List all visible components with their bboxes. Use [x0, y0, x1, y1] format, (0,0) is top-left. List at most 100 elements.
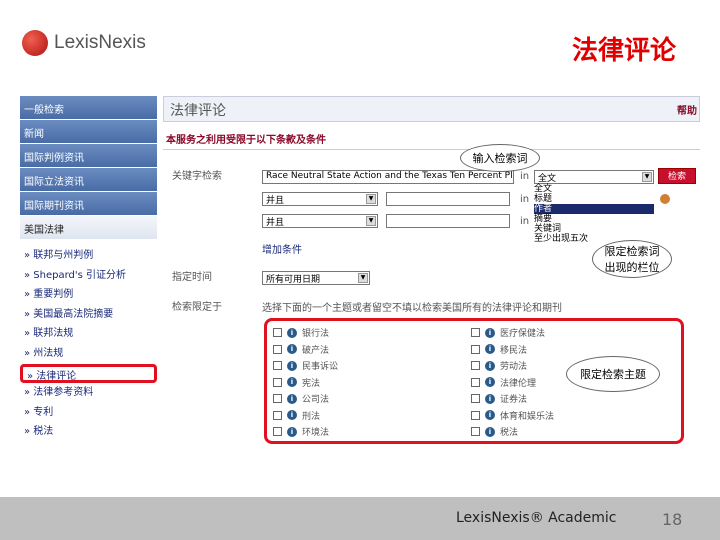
date-select[interactable]: 所有可用日期 ▼ [262, 271, 370, 285]
in-label: in [520, 171, 530, 182]
callout-topic: 限定检索主题 [566, 356, 660, 392]
in-label: in [520, 216, 530, 227]
topic-label: 劳动法 [500, 362, 528, 372]
sidebar-link-label: 法律参考资料 [33, 387, 94, 399]
topic-item[interactable]: i 银行法 [273, 326, 329, 339]
sidebar-nav-item[interactable]: 国际期刊资讯 [20, 192, 157, 215]
info-icon[interactable]: i [287, 344, 297, 354]
info-icon[interactable]: i [287, 360, 297, 371]
topic-item[interactable]: i 破产法 [273, 343, 329, 356]
info-icon[interactable]: i [485, 410, 495, 420]
slide-title: 法律评论 [571, 36, 676, 66]
topic-checkbox[interactable] [273, 410, 282, 420]
topic-item[interactable]: i 法律伦理 [471, 376, 536, 389]
topic-label: 民事诉讼 [302, 362, 339, 372]
topic-checkbox[interactable] [471, 427, 480, 436]
sidebar-nav-item[interactable]: 一般检索 [20, 96, 157, 119]
sidebar-link[interactable]: » 专利 [20, 403, 157, 423]
topic-item[interactable]: i 宪法 [273, 376, 320, 389]
topic-label: 证券法 [500, 395, 528, 405]
query-input-2[interactable] [386, 192, 510, 206]
topic-item[interactable]: i 环境法 [273, 425, 329, 438]
sidebar-nav-item[interactable]: 新闻 [20, 120, 157, 143]
topic-item[interactable]: i 移民法 [471, 343, 527, 356]
topic-label: 环境法 [302, 428, 330, 438]
search-button[interactable]: 检索 [658, 168, 696, 184]
topic-item[interactable]: i 公司法 [273, 392, 329, 405]
info-icon[interactable]: i [485, 344, 495, 354]
info-icon[interactable]: i [485, 393, 495, 404]
sidebar-link-label: 重要判例 [33, 289, 74, 301]
sidebar-link[interactable]: » 重要判例 [20, 285, 157, 305]
sidebar-link[interactable]: » 联邦与州判例 [20, 246, 157, 266]
topic-checkbox[interactable] [471, 344, 480, 354]
add-condition-link[interactable]: 增加条件 [262, 241, 302, 256]
topic-checkbox[interactable] [471, 328, 480, 337]
info-icon[interactable]: i [485, 327, 495, 338]
info-icon[interactable]: i [287, 393, 297, 404]
topic-checkbox[interactable] [471, 377, 480, 387]
info-icon[interactable]: i [287, 426, 297, 437]
sidebar-link-label: 专利 [33, 406, 54, 418]
chevron-down-icon: ▼ [642, 172, 652, 182]
topic-item[interactable]: i 税法 [471, 425, 518, 438]
sidebar-nav-item[interactable]: 国际立法资讯 [20, 168, 157, 191]
chevron-down-icon: ▼ [366, 194, 376, 204]
topic-checkbox[interactable] [273, 377, 282, 387]
sidebar-link-label: 联邦法规 [33, 328, 74, 340]
field-select[interactable]: 全文 ▼ [534, 170, 654, 184]
info-icon[interactable]: i [287, 410, 297, 420]
topic-item[interactable]: i 证券法 [471, 392, 527, 405]
topic-checkbox[interactable] [273, 361, 282, 370]
topic-checkbox[interactable] [471, 361, 480, 370]
topic-item[interactable]: i 劳动法 [471, 359, 527, 372]
help-icon[interactable] [660, 194, 670, 204]
sidebar-nav-item[interactable]: 美国法律 [20, 216, 157, 239]
topic-label: 体育和娱乐法 [500, 411, 555, 422]
topic-label: 公司法 [302, 395, 330, 405]
topic-checkbox[interactable] [273, 427, 282, 436]
field-option[interactable]: 全文 [534, 184, 654, 194]
field-option[interactable]: 摘要 [534, 214, 654, 224]
callout-query: 输入检索词 [460, 144, 540, 172]
info-icon[interactable]: i [287, 377, 297, 387]
query-input[interactable]: Race Neutral State Action and the Texas … [262, 170, 514, 184]
query-input-3[interactable] [386, 214, 510, 228]
help-link[interactable]: 帮助 [677, 102, 697, 117]
connector-select-1[interactable]: 并且 ▼ [262, 192, 378, 206]
topic-checkbox[interactable] [471, 410, 480, 420]
sidebar-nav-item[interactable]: 国际判例资讯 [20, 144, 157, 167]
topic-checkbox[interactable] [273, 328, 282, 337]
connector-select-2[interactable]: 并且 ▼ [262, 214, 378, 228]
sidebar-link[interactable]: » 税法 [20, 422, 157, 442]
info-icon[interactable]: i [287, 327, 297, 338]
topic-checkbox[interactable] [273, 344, 282, 354]
sidebar-link[interactable]: » 联邦法规 [20, 324, 157, 344]
topic-checkbox[interactable] [273, 394, 282, 403]
sidebar-link[interactable]: » 美国最高法院摘要 [20, 305, 157, 325]
topic-label: 银行法 [302, 329, 330, 339]
terms-link[interactable]: 本服务之利用受限于以下条款及条件 [163, 128, 700, 150]
info-icon[interactable]: i [485, 426, 495, 437]
sidebar-link-label: 联邦与州判例 [33, 250, 94, 261]
field-option[interactable]: 关键词 [534, 224, 654, 234]
topic-item[interactable]: i 民事诉讼 [273, 359, 338, 372]
sidebar-link[interactable]: » 州法规 [20, 344, 157, 364]
sidebar-link-label: Shepard's 引证分析 [33, 269, 127, 281]
page-number: 18 [662, 510, 683, 529]
topic-item[interactable]: i 刑法 [273, 409, 320, 422]
field-option[interactable]: 标题 [534, 194, 654, 204]
sidebar-link[interactable]: » Shepard's 引证分析 [20, 266, 157, 286]
topic-label: 宪法 [302, 378, 321, 389]
topic-checkbox[interactable] [471, 394, 480, 403]
topic-item[interactable]: i 医疗保健法 [471, 326, 545, 339]
in-label: in [520, 194, 530, 205]
footer-brand: LexisNexis® Academic [456, 510, 617, 526]
topic-item[interactable]: i 体育和娱乐法 [471, 409, 554, 422]
sidebar-link[interactable]: » 法律参考资料 [20, 383, 157, 403]
info-icon[interactable]: i [485, 360, 495, 371]
page-title: 法律评论 [170, 103, 226, 119]
sidebar-link[interactable]: » 法律评论 [20, 363, 157, 384]
field-option[interactable]: 作者 [534, 204, 654, 214]
info-icon[interactable]: i [485, 377, 495, 387]
